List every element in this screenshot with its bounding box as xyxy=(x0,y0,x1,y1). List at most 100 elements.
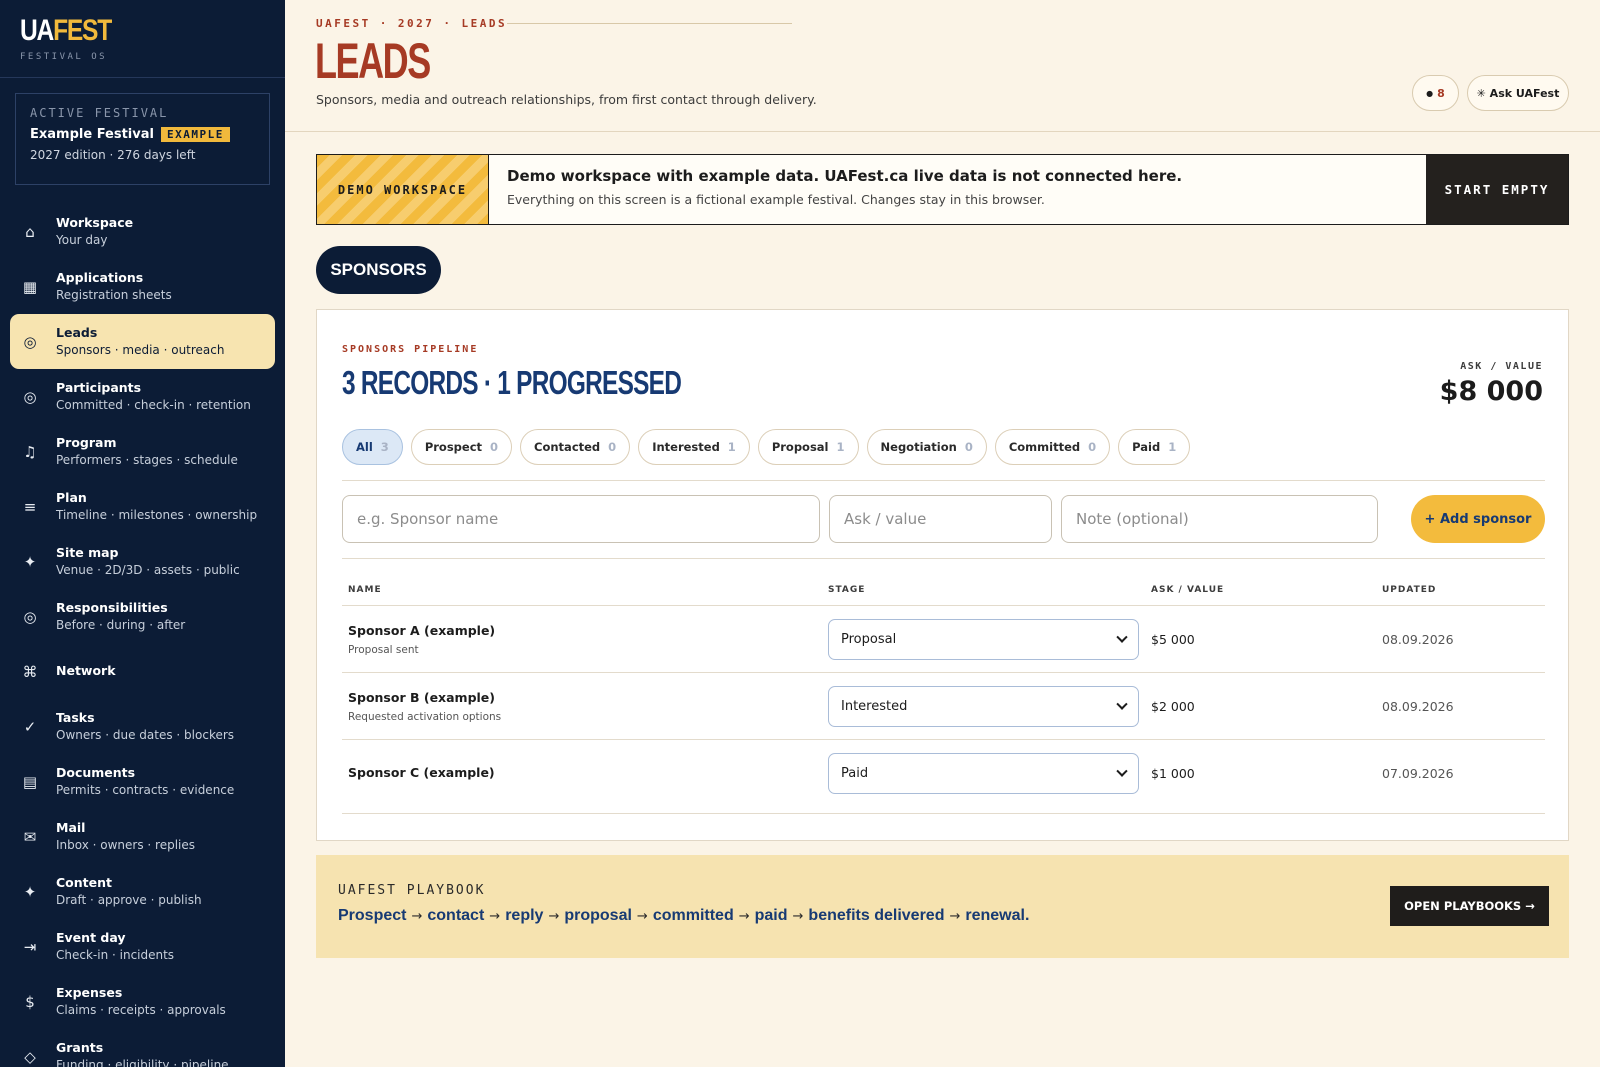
sidebar-item-label: Leads xyxy=(56,324,98,340)
check-icon: ✓ xyxy=(23,717,37,736)
playbook-step: benefits delivered xyxy=(808,907,945,924)
column-header-updated[interactable]: UPDATED xyxy=(1382,585,1436,595)
filter-label: Paid xyxy=(1132,440,1161,454)
arrow-right-icon: → xyxy=(738,909,750,924)
sidebar-item-label: Participants xyxy=(56,379,142,395)
active-festival-card[interactable]: ACTIVE FESTIVAL Example Festival EXAMPLE… xyxy=(15,93,270,185)
breadcrumb-item[interactable]: UAFEST xyxy=(316,17,371,30)
sidebar-item-sublabel: Registration sheets xyxy=(56,287,172,302)
playbook-step: reply xyxy=(505,907,544,924)
sidebar-item-participants[interactable]: ◎ Participants Committed · check-in · rete… xyxy=(10,369,275,424)
sidebar-item-sublabel: Venue · 2D/3D · assets · public xyxy=(56,562,240,577)
sidebar-item-documents[interactable]: ▤ Documents Permits · contracts · evidence xyxy=(10,754,275,809)
filter-count: 1 xyxy=(836,440,845,454)
sidebar-item-sublabel: Owners · due dates · blockers xyxy=(56,727,235,742)
filter-chip-negotiation[interactable]: Negotiation 0 xyxy=(866,429,987,465)
sidebar-item-responsibilities[interactable]: ◎ Responsibilities Before · during · after xyxy=(10,589,275,644)
filter-chip-committed[interactable]: Committed 0 xyxy=(994,429,1111,465)
diamond-icon: ◇ xyxy=(24,1047,36,1066)
sidebar-item-sublabel: Draft · approve · publish xyxy=(56,892,202,907)
sponsor-name-input[interactable] xyxy=(342,495,820,543)
filter-count: 3 xyxy=(380,440,389,454)
playbook-flow: Prospect → contact → reply → proposal → committe… xyxy=(338,907,1029,925)
dollar-icon: $ xyxy=(25,992,35,1011)
sidebar: UAFEST FESTIVAL OS ACTIVE FESTIVAL Examp… xyxy=(0,0,285,1067)
tab-sponsors[interactable]: SPONSORS xyxy=(316,246,441,294)
sidebar-item-site-map[interactable]: ✦ Site map Venue · 2D/3D · assets · public xyxy=(10,534,275,589)
sidebar-item-sublabel: Check-in · incidents xyxy=(56,947,175,962)
sponsor-name[interactable]: Sponsor B (example) xyxy=(348,690,495,705)
sidebar-item-event-day[interactable]: ⇥ Event day Check-in · incidents xyxy=(10,919,275,974)
column-header-value[interactable]: ASK / VALUE xyxy=(1151,585,1224,595)
sidebar-item-label: Applications xyxy=(56,269,144,285)
sidebar-item-mail[interactable]: ✉ Mail Inbox · owners · replies xyxy=(10,809,275,864)
filter-label: Committed xyxy=(1008,440,1081,454)
start-empty-button[interactable]: START EMPTY xyxy=(1426,155,1568,224)
demo-banner: DEMO WORKSPACE Demo workspace with examp… xyxy=(316,154,1569,225)
stage-select[interactable]: Paid xyxy=(828,753,1139,794)
sidebar-item-leads[interactable]: ◎ Leads Sponsors · media · outreach xyxy=(10,314,275,369)
sidebar-item-label: Plan xyxy=(56,489,87,505)
sidebar-item-workspace[interactable]: ⌂ Workspace Your day xyxy=(10,204,275,259)
sidebar-item-sublabel: Permits · contracts · evidence xyxy=(56,782,235,797)
sidebar-item-expenses[interactable]: $ Expenses Claims · receipts · approvals xyxy=(10,974,275,1029)
filter-chip-paid[interactable]: Paid 1 xyxy=(1118,429,1191,465)
sponsors-pipeline-card: SPONSORS PIPELINE 3 RECORDS · 1 PROGRESS… xyxy=(316,309,1569,841)
notifications-button[interactable]: ● 8 xyxy=(1412,75,1459,111)
sidebar-item-label: Program xyxy=(56,434,117,450)
sidebar-divider xyxy=(0,77,285,78)
demo-subtitle: Everything on this screen is a fictional… xyxy=(507,192,1045,207)
brand-logo[interactable]: UAFEST FESTIVAL OS xyxy=(20,16,131,63)
arrow-right-icon: → xyxy=(792,909,804,924)
arrow-right-icon: → xyxy=(489,909,501,924)
notification-dot-icon: ● xyxy=(1426,88,1434,98)
add-sponsor-button[interactable]: + Add sponsor xyxy=(1411,495,1545,543)
sponsor-name[interactable]: Sponsor A (example) xyxy=(348,623,495,638)
arrow-right-icon: → xyxy=(411,909,423,924)
sidebar-item-program[interactable]: ♫ Program Performers · stages · schedule xyxy=(10,424,275,479)
column-header-name[interactable]: NAME xyxy=(348,585,382,595)
filter-chip-prospect[interactable]: Prospect 0 xyxy=(410,429,513,465)
sidebar-item-network[interactable]: ⌘ Network xyxy=(10,644,275,699)
notification-count: 8 xyxy=(1437,86,1445,100)
sidebar-item-sublabel: Claims · receipts · approvals xyxy=(56,1002,226,1017)
stage-value: Proposal xyxy=(841,632,897,647)
grid-icon: ▦ xyxy=(22,277,38,296)
table-row: Sponsor C (example) Paid $1 000 07.09.2026 xyxy=(342,739,1545,807)
filter-chip-contacted[interactable]: Contacted 0 xyxy=(520,429,631,465)
sidebar-item-plan[interactable]: ≡ Plan Timeline · milestones · ownership xyxy=(10,479,275,534)
list-icon: ≡ xyxy=(23,497,37,516)
filter-chip-interested[interactable]: Interested 1 xyxy=(638,429,750,465)
arrow-right-icon: → xyxy=(636,909,648,924)
sidebar-item-content[interactable]: ✦ Content Draft · approve · publish xyxy=(10,864,275,919)
festival-meta: 2027 edition · 276 days left xyxy=(30,148,196,162)
sidebar-item-sublabel: Funding · eligibility · pipeline xyxy=(56,1057,229,1067)
filter-label: Contacted xyxy=(534,440,601,454)
sponsor-name[interactable]: Sponsor C (example) xyxy=(348,765,495,780)
column-header-stage[interactable]: STAGE xyxy=(828,585,865,595)
playbook-panel: UAFEST PLAYBOOK Prospect → contact → reply → p… xyxy=(316,855,1569,958)
breadcrumb-item[interactable]: 2027 xyxy=(398,17,435,30)
sidebar-item-grants[interactable]: ◇ Grants Funding · eligibility · pipeline xyxy=(10,1029,275,1067)
sidebar-item-tasks[interactable]: ✓ Tasks Owners · due dates · blockers xyxy=(10,699,275,754)
open-playbooks-button[interactable]: OPEN PLAYBOOKS → xyxy=(1390,886,1549,926)
sidebar-item-sublabel: Committed · check-in · retention xyxy=(56,397,251,412)
note-input[interactable] xyxy=(1061,495,1378,543)
demo-workspace-tag: DEMO WORKSPACE xyxy=(317,155,489,224)
stage-select[interactable]: Proposal xyxy=(828,619,1139,660)
filter-chip-proposal[interactable]: Proposal 1 xyxy=(757,429,859,465)
playbook-step: committed xyxy=(652,907,734,924)
sidebar-item-label: Event day xyxy=(56,929,126,945)
page-description: Sponsors, media and outreach relationshi… xyxy=(316,92,817,107)
stage-select[interactable]: Interested xyxy=(828,686,1139,727)
filter-chip-all[interactable]: All 3 xyxy=(342,429,403,465)
ask-value-input[interactable] xyxy=(829,495,1052,543)
target-icon: ◎ xyxy=(23,387,37,406)
sidebar-item-label: Content xyxy=(56,874,112,890)
sidebar-item-label: Expenses xyxy=(56,984,123,1000)
ask-uafest-button[interactable]: ✳ Ask UAFest xyxy=(1467,75,1569,111)
sponsor-note: Requested activation options xyxy=(348,711,502,723)
table-row: Sponsor A (example) Proposal sent Proposal… xyxy=(342,605,1545,673)
stage-filters: All 3 Prospect 0 Contacted 0 Interested 1 Propos… xyxy=(342,429,1191,465)
sidebar-item-applications[interactable]: ▦ Applications Registration sheets xyxy=(10,259,275,314)
